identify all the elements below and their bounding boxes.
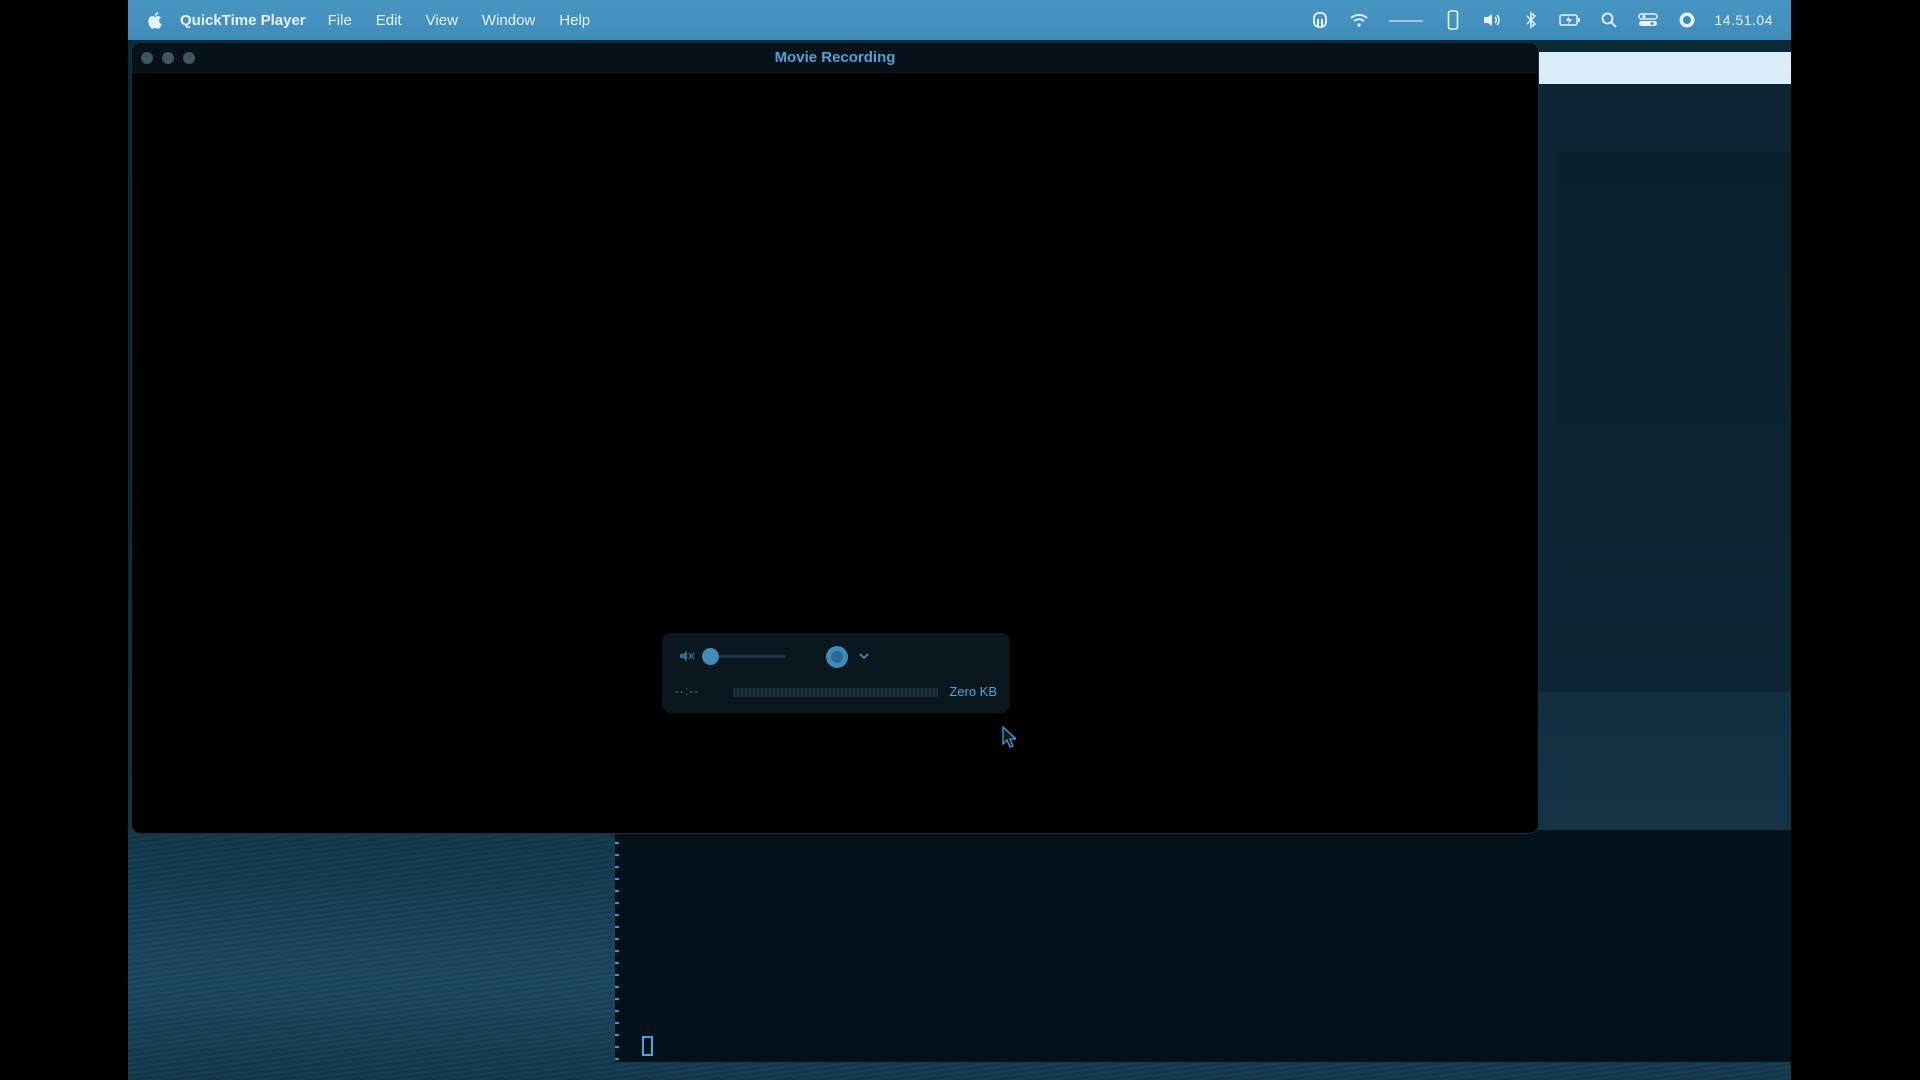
mouse-pointer-icon [1002, 726, 1016, 748]
menu-help[interactable]: Help [559, 12, 590, 29]
wifi-icon[interactable] [1347, 8, 1371, 32]
volume-slider-knob[interactable] [702, 648, 719, 665]
status-area: 14.51.04 [1293, 0, 1774, 40]
elapsed-time: --:-- [675, 684, 700, 698]
menu-view[interactable]: View [426, 12, 458, 29]
search-icon[interactable] [1597, 8, 1621, 32]
background-window-content [1558, 152, 1791, 672]
audio-level-meter [733, 688, 938, 697]
siri-icon[interactable] [1675, 8, 1699, 32]
desktop: QuickTime Player File Edit View Window H… [128, 0, 1791, 1080]
mute-icon[interactable] [678, 647, 696, 665]
bluetooth-icon[interactable] [1519, 8, 1543, 32]
background-window-toolbar [1538, 52, 1791, 84]
app-menu[interactable]: QuickTime Player [180, 12, 306, 29]
menu-bar: QuickTime Player File Edit View Window H… [128, 0, 1791, 40]
file-size: Zero KB [949, 684, 997, 699]
menubar-clock[interactable]: 14.51.04 [1715, 12, 1774, 28]
text-cursor [642, 1036, 653, 1056]
record-button[interactable] [826, 646, 848, 668]
battery-bar-icon[interactable] [1386, 8, 1426, 32]
background-window[interactable] [1538, 52, 1791, 692]
window-title: Movie Recording [774, 49, 896, 66]
control-center-icon[interactable] [1636, 8, 1660, 32]
airpods-icon[interactable] [1308, 8, 1332, 32]
terminal-window[interactable] [615, 830, 1791, 1062]
movie-recording-window[interactable]: Movie Recording --:-- Zero KB [131, 42, 1539, 834]
recording-controls: --:-- Zero KB [662, 633, 1010, 713]
chevron-down-icon[interactable] [858, 649, 870, 661]
phone-icon[interactable] [1441, 8, 1465, 32]
apple-menu-icon[interactable] [148, 11, 166, 29]
window-titlebar[interactable]: Movie Recording [132, 43, 1538, 73]
terminal-gutter [615, 830, 619, 1062]
volume-icon[interactable] [1480, 8, 1504, 32]
menu-edit[interactable]: Edit [376, 12, 402, 29]
camera-preview [132, 73, 1538, 833]
battery-charging-icon[interactable] [1558, 8, 1582, 32]
menu-window[interactable]: Window [482, 12, 535, 29]
menu-file[interactable]: File [328, 12, 352, 29]
record-icon [831, 651, 843, 663]
